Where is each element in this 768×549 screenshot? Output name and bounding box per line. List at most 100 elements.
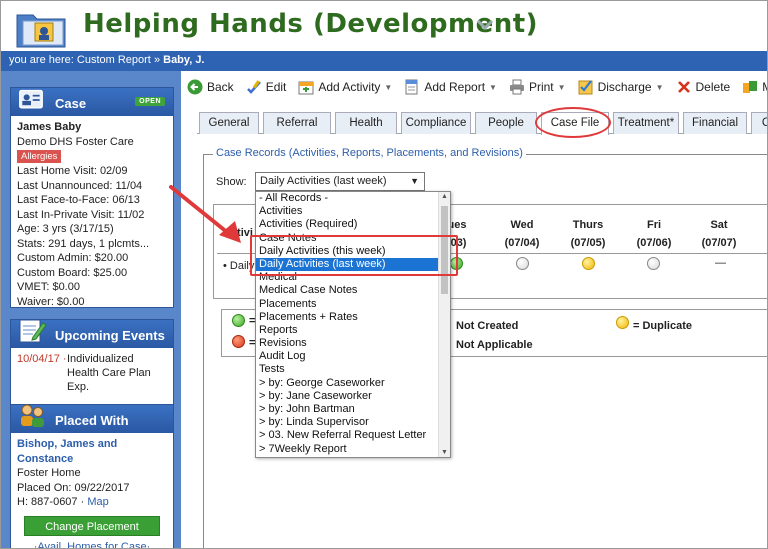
edit-button[interactable]: Edit [246,79,286,95]
annotation-highlight-oval [535,107,611,138]
dropdown-option[interactable]: Audit Log [256,350,450,363]
legend-not-created: Not Created [456,320,519,332]
tab-financial[interactable]: Financial [683,112,747,134]
more-button[interactable]: M [742,79,767,95]
breadcrumb-separator: » [153,54,161,66]
status-not-applicable: — [715,257,726,269]
dropdown-option[interactable]: Placements + Rates [256,311,450,324]
records-filter-dropdown[interactable]: - All Records - Activities Activities (R… [255,191,451,458]
day-header: Fri (07/06) [636,219,672,249]
event-date: 10/04/17 · [17,353,67,365]
dropdown-option[interactable]: > by: Linda Supervisor [256,416,450,429]
dropdown-scrollbar[interactable]: ▲ ▼ [438,192,450,457]
dropdown-option[interactable]: Medical Case Notes [256,284,450,297]
dropdown-option[interactable]: Tests [256,363,450,376]
dropdown-option[interactable]: - All Records - [256,192,450,205]
tab-people[interactable]: People [475,112,537,134]
dropdown-option[interactable]: > by: John Bartman [256,403,450,416]
event-text: Individualized Health Care Plan Exp. [67,353,151,393]
breadcrumb-report[interactable]: Custom Report [77,54,151,66]
checkbox-icon [578,80,593,95]
case-name: James Baby [17,121,82,133]
tab-compliance[interactable]: Compliance [401,112,471,134]
discharge-button[interactable]: Discharge ▼ [578,79,664,95]
back-arrow-icon [187,79,203,95]
status-badge: OPEN [135,97,165,106]
day-header: Wed (07/04) [504,219,540,249]
case-info-line: Last Unannounced: 11/04 [17,179,143,192]
delete-button[interactable]: Delete [676,79,730,95]
scroll-up-icon[interactable]: ▲ [441,193,448,200]
case-panel-header: Case OPEN [11,88,173,116]
events-panel-body: 10/04/17 · Individualized Health Care Pl… [11,348,173,400]
back-button[interactable]: Back [187,79,234,95]
dropdown-option[interactable]: Revisions [256,337,450,350]
tab-referral[interactable]: Referral [263,112,331,134]
annotation-arrow-icon [169,185,241,243]
tab-more[interactable]: C [751,112,767,134]
dropdown-option[interactable]: > by: George Caseworker [256,377,450,390]
dropdown-option[interactable]: > 7Weekly Report [256,443,450,456]
annotation-highlight-box [250,235,458,276]
dropdown-option[interactable]: Reports [256,324,450,337]
legend-yellow-icon [616,316,629,329]
case-info-line: Last Face-to-Face: 06/13 [17,194,140,206]
placement-phone: H: 887-0607 · Map [17,496,109,508]
case-program: Demo DHS Foster Care [17,135,134,148]
tab-bar: General Referral Health Compliance Peopl… [197,112,767,135]
day-header: Sat (07/07) [701,219,737,249]
case-panel: Case OPEN James Baby Demo DHS Foster Car… [10,87,174,308]
events-panel-title: Upcoming Events [55,328,165,343]
breadcrumb-current: Baby, J. [163,54,205,66]
legend-duplicate: = Duplicate [633,320,692,332]
case-info-line: Age: 3 yrs (3/17/15) [17,223,114,235]
dropdown-option[interactable]: Activities [256,205,450,218]
case-panel-body: James Baby Demo DHS Foster Care Allergie… [11,116,173,315]
legend-red-icon [232,335,245,348]
app-header: Helping Hands (Development) [1,1,767,51]
placed-panel-body: Bishop, James and Constance Foster Home P… [11,433,173,549]
case-info-line: Custom Board: $25.00 [17,266,128,279]
chevron-down-icon: ▼ [410,176,419,186]
placement-name[interactable]: Bishop, James and Constance [17,437,167,466]
delete-x-icon [677,81,690,93]
placed-on: Placed On: 09/22/2017 [17,481,130,494]
scroll-down-icon[interactable]: ▼ [441,449,448,456]
toolbar: Back Edit Add Activity ▼ Add Report ▼ Prin… [187,75,767,99]
case-info-line[interactable]: Stats: 291 days, 1 plcmts... [17,237,167,252]
app-title: Helping Hands (Development) [83,9,539,39]
people-icon [21,404,44,427]
breadcrumb: you are here: Custom Report » Baby, J. [1,51,767,71]
legend-green-icon [232,314,245,327]
map-link[interactable]: Map [87,496,108,508]
status-not-created-icon[interactable] [516,257,529,270]
printer-icon [509,79,524,95]
dropdown-option[interactable]: > by: Jane Caseworker [256,390,450,403]
status-not-created-icon[interactable] [647,257,660,270]
pencil-check-icon [246,80,261,94]
add-activity-button[interactable]: Add Activity ▼ [298,79,392,95]
add-report-button[interactable]: Add Report ▼ [404,79,497,95]
allergies-badge[interactable]: Allergies [17,150,62,163]
dropdown-option[interactable]: Activities (Required) [256,218,450,231]
status-duplicate-icon[interactable] [582,257,595,270]
folder-case-icon [16,14,66,48]
merge-icon [743,81,758,93]
avail-homes-link[interactable]: ·Avail. Homes for Case· [17,540,167,549]
event-item[interactable]: 10/04/17 · Individualized Health Care Pl… [17,352,167,394]
records-filter-select[interactable]: Daily Activities (last week) ▼ [255,172,425,191]
events-panel-header: Upcoming Events [11,319,173,348]
case-info-line: Waiver: $0.00 [17,295,85,308]
tab-health[interactable]: Health [335,112,397,134]
change-placement-button[interactable]: Change Placement [24,515,160,536]
case-panel-title: Case [55,96,87,111]
tab-treatment[interactable]: Treatment* [613,112,679,134]
sidebar: Case OPEN James Baby Demo DHS Foster Car… [1,71,181,549]
section-legend: Case Records (Activities, Reports, Place… [213,147,526,159]
chevron-down-icon[interactable] [475,14,495,34]
dropdown-option[interactable]: Placements [256,298,450,311]
tab-general[interactable]: General [199,112,259,134]
placed-panel-title: Placed With [55,413,129,428]
print-button[interactable]: Print ▼ [509,79,566,95]
dropdown-option[interactable]: > 03. New Referral Request Letter [256,429,450,442]
